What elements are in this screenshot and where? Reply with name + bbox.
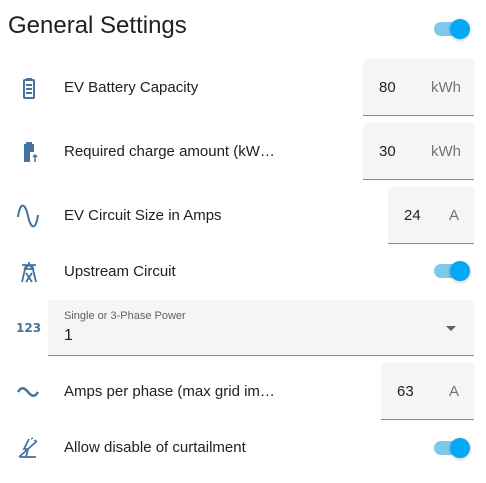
field-value: 63 xyxy=(397,383,414,400)
ev-battery-capacity-label: EV Battery Capacity xyxy=(64,79,199,96)
upstream-circuit-toggle[interactable] xyxy=(434,259,470,283)
required-charge-field[interactable]: 30 kWh xyxy=(363,123,474,180)
general-settings-toggle[interactable] xyxy=(434,17,470,41)
svg-text:123: 123 xyxy=(16,321,41,335)
allow-disable-curtailment-toggle[interactable] xyxy=(434,436,470,460)
upstream-circuit-label: Upstream Circuit xyxy=(64,263,176,280)
field-unit: A xyxy=(449,383,460,400)
amps-per-phase-label: Amps per phase (max grid im… xyxy=(64,383,275,400)
toggle-thumb xyxy=(450,438,470,458)
battery-charging-icon xyxy=(17,140,41,164)
field-unit: kWh xyxy=(431,79,461,96)
required-charge-label: Required charge amount (kW… xyxy=(64,143,275,160)
field-value: 30 xyxy=(379,143,396,160)
ev-circuit-size-label: EV Circuit Size in Amps xyxy=(64,207,222,224)
amps-per-phase-field[interactable]: 63 A xyxy=(381,363,474,420)
chevron-down-icon xyxy=(446,326,456,331)
page-title: General Settings xyxy=(8,12,187,39)
phase-power-value: 1 xyxy=(64,327,73,344)
ev-circuit-size-field[interactable]: 24 A xyxy=(388,187,474,244)
allow-disable-curtailment-label: Allow disable of curtailment xyxy=(64,439,246,456)
field-unit: A xyxy=(449,207,460,224)
toggle-thumb xyxy=(450,19,470,39)
toggle-thumb xyxy=(450,261,470,281)
field-value: 24 xyxy=(404,207,421,224)
flash-off-icon xyxy=(16,436,40,460)
ev-battery-capacity-field[interactable]: 80 kWh xyxy=(363,59,474,116)
current-ac-icon xyxy=(16,380,40,404)
transmission-tower-icon xyxy=(17,260,41,284)
phase-power-floating-label: Single or 3-Phase Power xyxy=(64,310,186,322)
field-value: 80 xyxy=(379,79,396,96)
field-unit: kWh xyxy=(431,143,461,160)
numeric-123-icon: 123 xyxy=(16,316,42,340)
battery-icon xyxy=(17,76,41,100)
phase-power-select[interactable]: Single or 3-Phase Power 1 xyxy=(48,300,474,356)
sine-wave-icon xyxy=(16,204,40,228)
